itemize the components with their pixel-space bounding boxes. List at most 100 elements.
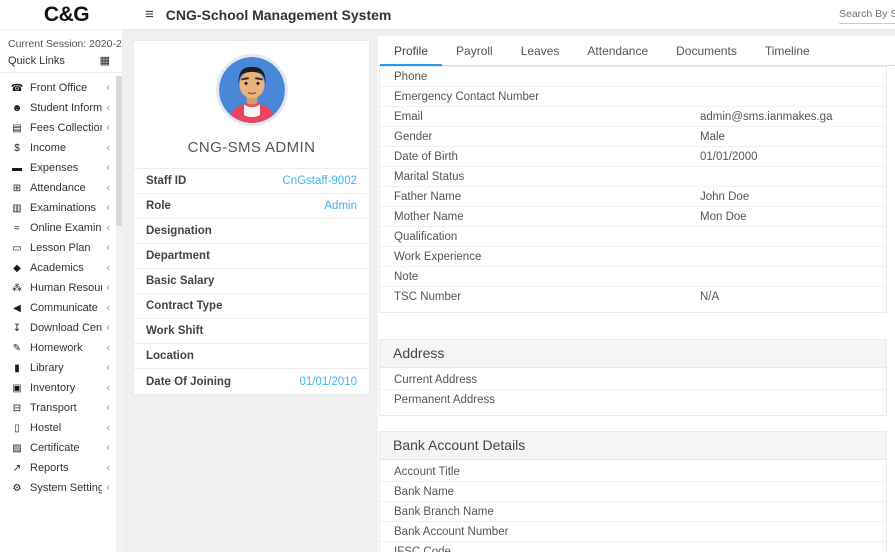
sidebar-item-front-office[interactable]: ☎ Front Office ‹ [0, 78, 122, 98]
quick-links-label: Quick Links [8, 55, 65, 67]
detail-row-current-address: Current Address [380, 370, 886, 390]
detail-row-date-of-birth: Date of Birth 01/01/2000 [380, 147, 886, 167]
income-icon: $ [9, 143, 25, 154]
library-icon: ▮ [9, 363, 25, 374]
sidebar-item-income[interactable]: $ Income ‹ [0, 138, 122, 158]
certificate-icon: ▨ [9, 443, 25, 454]
avatar-wrap [134, 41, 369, 131]
card-row-staff-id: Staff ID CnGstaff-9002 [134, 169, 369, 194]
sidebar-item-certificate[interactable]: ▨ Certificate ‹ [0, 438, 122, 458]
detail-row-tsc-number: TSC Number N/A [380, 287, 886, 306]
card-row-department: Department [134, 244, 369, 269]
tab-attendance[interactable]: Attendance [573, 36, 662, 66]
sidebar-item-examinations[interactable]: ▥ Examinations ‹ [0, 198, 122, 218]
card-row-role: Role Admin [134, 194, 369, 219]
staff-name: CNG-SMS ADMIN [134, 131, 369, 169]
chevron-left-icon: ‹ [106, 222, 110, 234]
front-office-icon: ☎ [9, 83, 25, 94]
chevron-left-icon: ‹ [106, 262, 110, 274]
inventory-icon: ▣ [9, 383, 25, 394]
sidebar-item-lesson-plan[interactable]: ▭ Lesson Plan ‹ [0, 238, 122, 258]
detail-row-email: Email admin@sms.ianmakes.ga [380, 107, 886, 127]
detail-row-ifsc-code: IFSC Code [380, 542, 886, 552]
communicate-icon: ◀ [9, 303, 25, 314]
tab-panel-body: Phone Emergency Contact Number Email adm… [378, 66, 895, 552]
card-row-basic-salary: Basic Salary [134, 269, 369, 294]
chevron-left-icon: ‹ [106, 402, 110, 414]
chevron-left-icon: ‹ [106, 242, 110, 254]
staff-detail-panel: Profile Payroll Leaves Attendance Docume… [378, 36, 895, 552]
personal-details-section: Phone Emergency Contact Number Email adm… [379, 66, 887, 313]
tab-leaves[interactable]: Leaves [507, 36, 574, 66]
sidebar-item-expenses[interactable]: ▬ Expenses ‹ [0, 158, 122, 178]
sidebar-item-communicate[interactable]: ◀ Communicate ‹ [0, 298, 122, 318]
expenses-icon: ▬ [9, 163, 25, 174]
tab-documents[interactable]: Documents [662, 36, 751, 66]
chevron-left-icon: ‹ [106, 382, 110, 394]
sidebar-item-system-settings[interactable]: ⚙ System Settings ‹ [0, 478, 122, 498]
academics-icon: ◆ [9, 263, 25, 274]
sidebar-item-inventory[interactable]: ▣ Inventory ‹ [0, 378, 122, 398]
tab-payroll[interactable]: Payroll [442, 36, 507, 66]
detail-row-work-experience: Work Experience [380, 247, 886, 267]
card-row-location: Location [134, 344, 369, 369]
top-header: C&G ≡ CNG-School Management System [0, 0, 895, 30]
sidebar-item-student-information[interactable]: ☻ Student Information ‹ [0, 98, 122, 118]
download-center-icon: ↧ [9, 323, 25, 334]
sidebar-item-reports[interactable]: ↗ Reports ‹ [0, 458, 122, 478]
detail-row-father-name: Father Name John Doe [380, 187, 886, 207]
detail-row-bank-account-number: Bank Account Number [380, 522, 886, 542]
staff-avatar [216, 54, 288, 126]
grid-icon[interactable]: ▦ [100, 54, 110, 67]
current-session-label: Current Session: 2020-21 [0, 30, 122, 51]
student-information-icon: ☻ [9, 103, 25, 114]
detail-row-emergency-contact: Emergency Contact Number [380, 87, 886, 107]
chevron-left-icon: ‹ [106, 82, 110, 94]
sidebar-item-fees-collection[interactable]: ▤ Fees Collection ‹ [0, 118, 122, 138]
detail-row-account-title: Account Title [380, 462, 886, 482]
chevron-left-icon: ‹ [106, 462, 110, 474]
fees-collection-icon: ▤ [9, 123, 25, 134]
chevron-left-icon: ‹ [106, 122, 110, 134]
chevron-left-icon: ‹ [106, 142, 110, 154]
detail-row-gender: Gender Male [380, 127, 886, 147]
chevron-left-icon: ‹ [106, 362, 110, 374]
bank-section-title: Bank Account Details [380, 432, 886, 460]
chevron-left-icon: ‹ [106, 102, 110, 114]
sidebar-item-hostel[interactable]: ▯ Hostel ‹ [0, 418, 122, 438]
lesson-plan-icon: ▭ [9, 243, 25, 254]
chevron-left-icon: ‹ [106, 182, 110, 194]
sidebar-item-attendance[interactable]: ⊞ Attendance ‹ [0, 178, 122, 198]
chevron-left-icon: ‹ [106, 342, 110, 354]
chevron-left-icon: ‹ [106, 302, 110, 314]
card-row-work-shift: Work Shift [134, 319, 369, 344]
sidebar-item-online-examinations[interactable]: ≈ Online Examinations ‹ [0, 218, 122, 238]
tab-timeline[interactable]: Timeline [751, 36, 824, 66]
online-examinations-icon: ≈ [9, 223, 25, 234]
sidebar-item-human-resource[interactable]: ⁂ Human Resource ‹ [0, 278, 122, 298]
human-resource-icon: ⁂ [9, 283, 25, 294]
detail-row-permanent-address: Permanent Address [380, 390, 886, 409]
search-input[interactable] [839, 5, 895, 24]
sidebar-item-download-center[interactable]: ↧ Download Center ‹ [0, 318, 122, 338]
role-value[interactable]: Admin [324, 200, 357, 212]
detail-row-note: Note [380, 267, 886, 287]
sidebar-item-homework[interactable]: ✎ Homework ‹ [0, 338, 122, 358]
reports-icon: ↗ [9, 463, 25, 474]
address-section: Address Current Address Permanent Addres… [379, 339, 887, 416]
tab-profile[interactable]: Profile [380, 36, 442, 66]
page-title: CNG-School Management System [166, 7, 392, 23]
sidebar-item-library[interactable]: ▮ Library ‹ [0, 358, 122, 378]
card-row-date-of-joining: Date Of Joining 01/01/2010 [134, 369, 369, 394]
staff-summary-card: CNG-SMS ADMIN Staff ID CnGstaff-9002 Rol… [133, 40, 370, 395]
staff-id-value[interactable]: CnGstaff-9002 [282, 175, 357, 187]
chevron-left-icon: ‹ [106, 322, 110, 334]
tab-bar: Profile Payroll Leaves Attendance Docume… [378, 36, 895, 66]
sidebar-item-academics[interactable]: ◆ Academics ‹ [0, 258, 122, 278]
chevron-left-icon: ‹ [106, 482, 110, 494]
bank-details-section: Bank Account Details Account Title Bank … [379, 431, 887, 552]
quick-links[interactable]: Quick Links ▦ [0, 51, 122, 73]
hamburger-menu-icon[interactable]: ≡ [145, 6, 154, 23]
sidebar-nav: ☎ Front Office ‹ ☻ Student Information ‹… [0, 73, 122, 498]
sidebar-item-transport[interactable]: ⊟ Transport ‹ [0, 398, 122, 418]
